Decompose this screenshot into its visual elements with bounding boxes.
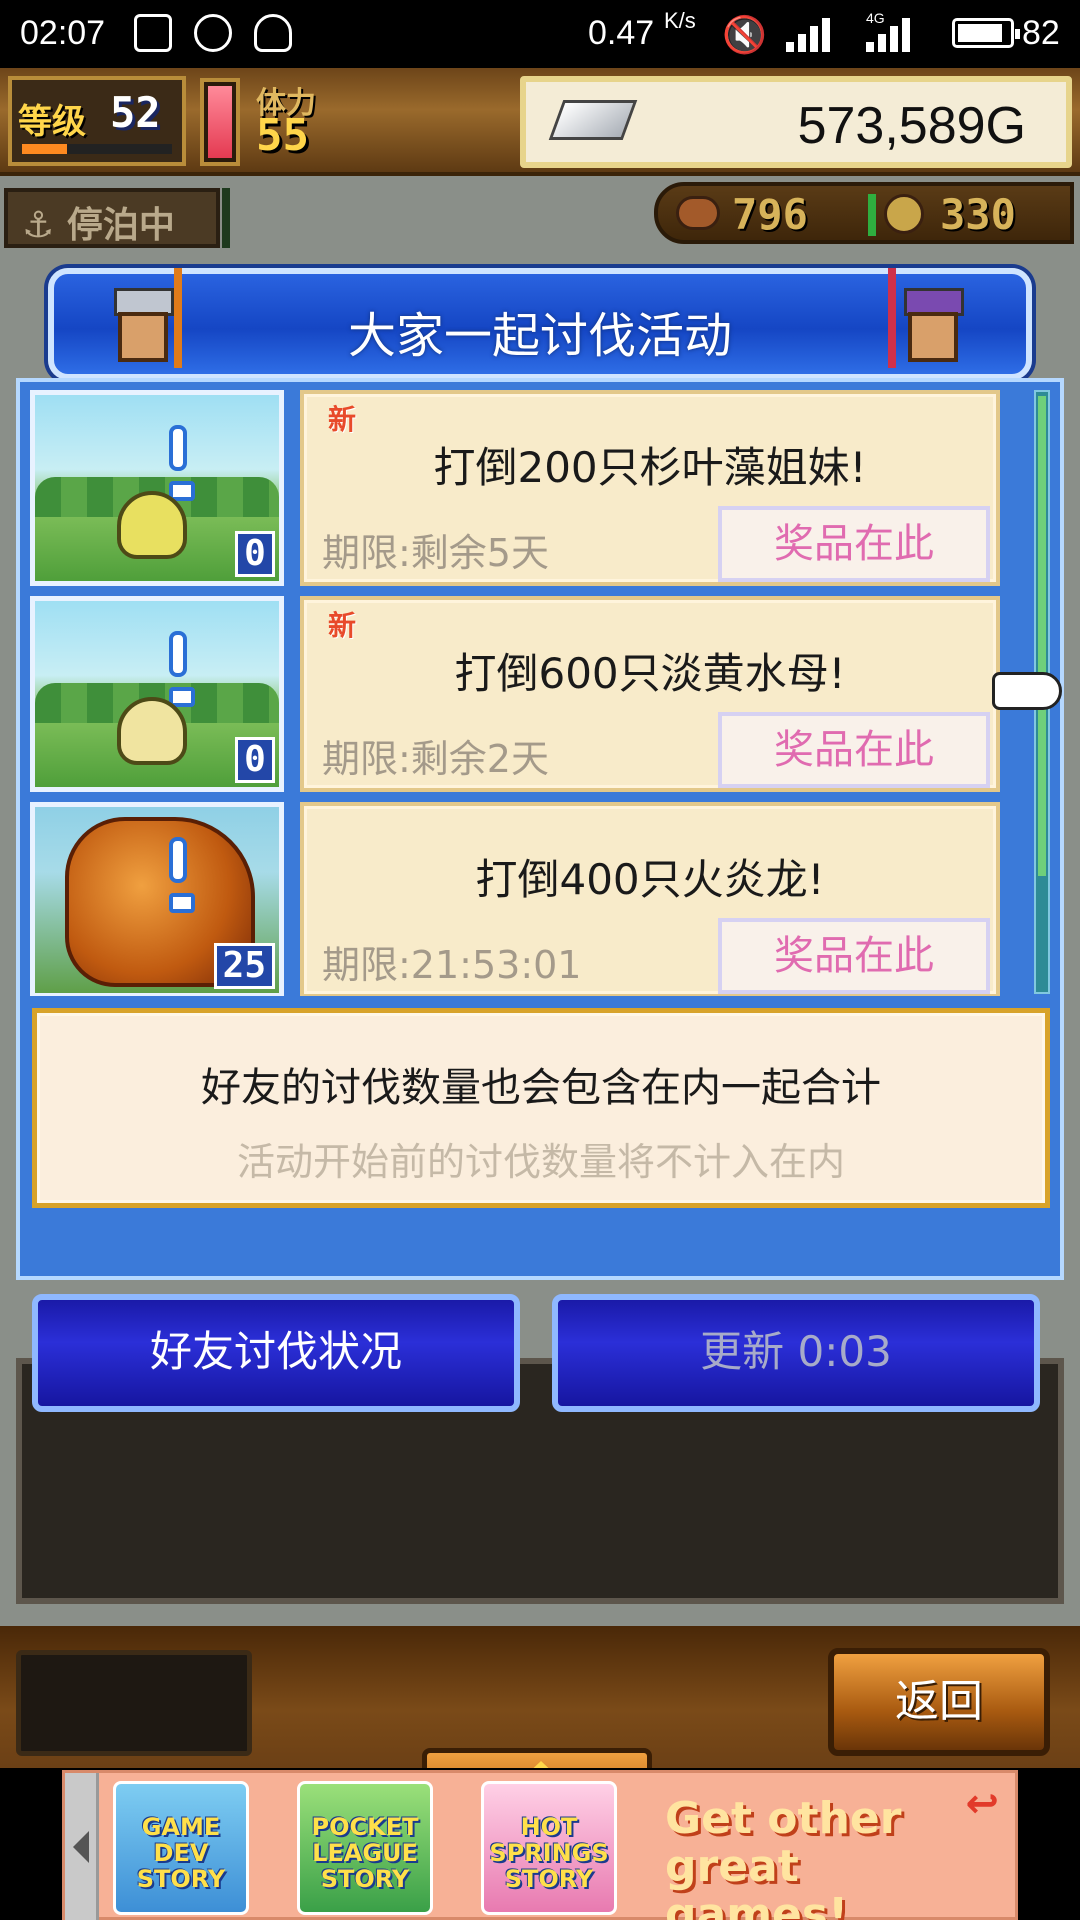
event-goal: 打倒200只杉叶藻姐妹! <box>433 443 867 492</box>
network-speed: 0.47 <box>588 14 655 52</box>
prize-button[interactable]: 奖品在此 <box>718 918 990 994</box>
event-row[interactable]: 0 新 打倒200只杉叶藻姐妹! 期限:剩余5天 奖品在此 <box>30 390 1030 586</box>
jellyfish-thumbnail: 0 <box>30 596 284 792</box>
docked-indicator <box>222 188 230 248</box>
seaweed-sister-thumbnail: 0 <box>30 390 284 586</box>
event-row[interactable]: 25 打倒400只火炎龙! 期限:21:53:01 奖品在此 <box>30 802 1030 996</box>
status-bar: 02:07 0.47 K/s 🔇 4G 82 <box>0 0 1080 68</box>
money-value: 573,589G <box>797 97 1026 155</box>
ad-prev-button[interactable] <box>65 1773 99 1920</box>
level-value: 52 <box>110 88 161 137</box>
dialog-title: 大家一起讨伐活动 <box>347 308 732 364</box>
new-badge: 新 <box>328 609 357 642</box>
ad-tile-title: POCKET LEAGUE STORY <box>311 1813 419 1893</box>
event-card: 新 打倒600只淡黄水母! 期限:剩余2天 奖品在此 <box>300 596 1000 792</box>
xp-bar <box>22 144 172 154</box>
network-speed-unit: K/s <box>664 8 696 33</box>
event-deadline: 期限:21:53:01 <box>322 943 582 987</box>
event-deadline: 期限:剩余2天 <box>322 737 549 781</box>
refresh-button[interactable]: 更新 0:03 <box>552 1294 1040 1412</box>
seaweed-sister-monster <box>117 491 187 559</box>
defeat-count: 25 <box>213 943 275 989</box>
ad-pocket-league-story[interactable]: POCKET LEAGUE STORY <box>297 1781 433 1915</box>
docked-label: 停泊中 <box>66 205 175 246</box>
signal-4g-icon <box>866 16 926 52</box>
defeat-count: 0 <box>235 737 275 783</box>
meat-icon <box>676 196 720 230</box>
menu-up-button[interactable] <box>422 1748 652 1768</box>
prize-button[interactable]: 奖品在此 <box>718 712 990 788</box>
return-arrow-icon: ↩ <box>965 1781 999 1827</box>
info-text-friends: 好友的讨伐数量也会包含在内一起合计 <box>201 1065 881 1111</box>
defeat-count: 0 <box>235 531 275 577</box>
level-label: 等级 <box>18 102 86 142</box>
event-goal: 打倒400只火炎龙! <box>475 855 825 904</box>
bunny-warrior-icon <box>888 268 984 374</box>
info-box: 好友的讨伐数量也会包含在内一起合计 活动开始前的讨伐数量将不计入在内 <box>32 1008 1050 1208</box>
qq-icon <box>254 14 292 52</box>
exclamation-icon <box>169 837 195 913</box>
level-panel: 等级 52 <box>8 76 186 166</box>
friend-status-button[interactable]: 好友讨伐状况 <box>32 1294 520 1412</box>
exclamation-icon <box>169 631 195 707</box>
event-card: 新 打倒200只杉叶藻姐妹! 期限:剩余5天 奖品在此 <box>300 390 1000 586</box>
chevron-left-icon <box>73 1831 89 1863</box>
docked-status: ⚓ 停泊中 <box>4 188 220 248</box>
prize-button[interactable]: 奖品在此 <box>718 506 990 582</box>
sync-icon <box>194 14 232 52</box>
empty-slot <box>16 1650 252 1756</box>
clock: 02:07 <box>20 14 106 52</box>
back-button[interactable]: 返回 <box>828 1648 1050 1756</box>
stamina-gauge <box>200 78 240 166</box>
event-dialog: 0 新 打倒200只杉叶藻姐妹! 期限:剩余5天 奖品在此 0 新 打倒600只… <box>16 378 1064 1280</box>
ad-tile-title: GAME DEV STORY <box>136 1813 226 1893</box>
event-list[interactable]: 0 新 打倒200只杉叶藻姐妹! 期限:剩余5天 奖品在此 0 新 打倒600只… <box>30 390 1030 996</box>
event-row[interactable]: 0 新 打倒600只淡黄水母! 期限:剩余2天 奖品在此 <box>30 596 1030 792</box>
ad-hot-springs-story[interactable]: HOT SPRINGS STORY <box>481 1781 617 1915</box>
ad-cta-text: Get other great games! <box>665 1793 902 1920</box>
battery-level: 82 <box>1022 14 1060 52</box>
stamina-value: 55 <box>256 110 309 161</box>
up-arrow-icon <box>505 1761 577 1768</box>
coin-count: 330 <box>940 190 1016 239</box>
resource-bar: 796 330 <box>654 182 1074 244</box>
image-icon <box>134 14 172 52</box>
resource-divider <box>868 194 876 236</box>
info-text-note: 活动开始前的讨伐数量将不计入在内 <box>236 1140 845 1184</box>
event-goal: 打倒600只淡黄水母! <box>454 649 846 698</box>
money-panel: 573,589G <box>520 76 1072 168</box>
mute-icon: 🔇 <box>722 15 767 56</box>
ad-banner[interactable]: GAME DEV STORY POCKET LEAGUE STORY HOT S… <box>62 1770 1018 1920</box>
pointing-hand-icon <box>992 672 1062 710</box>
new-badge: 新 <box>328 403 357 436</box>
food-count: 796 <box>732 190 808 239</box>
exclamation-icon <box>169 425 195 501</box>
coin-icon <box>884 194 924 234</box>
silver-ingot-icon <box>548 100 638 140</box>
ad-game-dev-story[interactable]: GAME DEV STORY <box>113 1781 249 1915</box>
ad-tile-title: HOT SPRINGS STORY <box>489 1813 609 1893</box>
event-card: 打倒400只火炎龙! 期限:21:53:01 奖品在此 <box>300 802 1000 996</box>
fire-dragon-thumbnail: 25 <box>30 802 284 996</box>
dialog-header: 大家一起讨伐活动 <box>48 268 1032 380</box>
game-screen: 等级 52 体力 55 573,589G ⚓ 停泊中 796 330 大家一起讨… <box>0 68 1080 1768</box>
event-deadline: 期限:剩余5天 <box>322 531 549 575</box>
top-hud: 等级 52 体力 55 573,589G <box>0 68 1080 176</box>
battery-icon <box>952 18 1020 48</box>
jellyfish-monster <box>117 697 187 765</box>
signal-icon <box>786 16 846 52</box>
